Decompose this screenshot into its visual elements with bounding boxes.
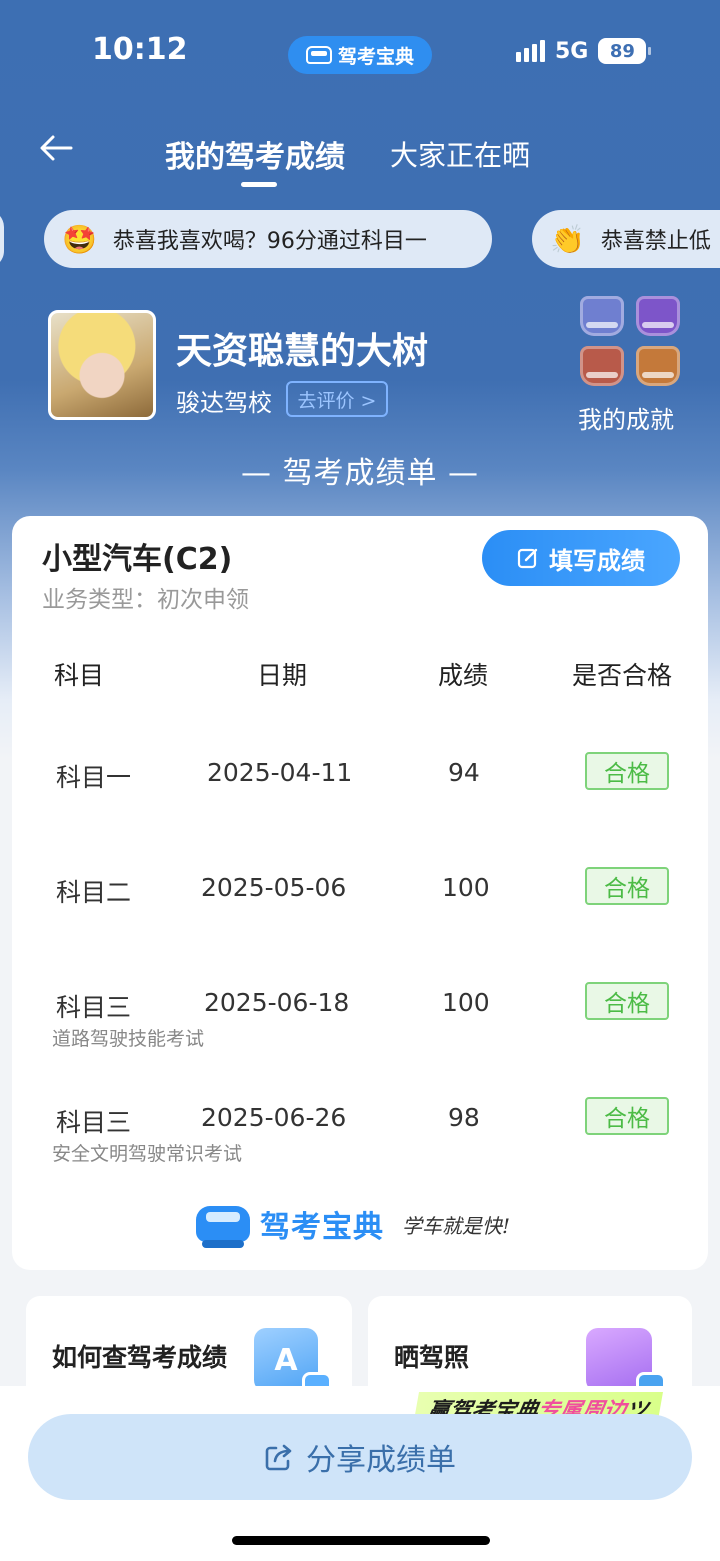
row-score: 100	[442, 988, 490, 1017]
brand-logo: 驾考宝典 学车就是快!	[196, 1202, 511, 1248]
share-icon	[265, 1444, 292, 1471]
share-button-label: 分享成绩单	[306, 1443, 456, 1478]
fill-score-label: 填写成绩	[549, 546, 645, 575]
status-time: 10:12	[92, 32, 188, 67]
my-achievements-link[interactable]: 我的成就	[578, 400, 674, 435]
edit-icon	[517, 548, 538, 569]
status-icons: 5G 89	[516, 38, 652, 64]
score-sheet-title: — 驾考成绩单 —	[240, 456, 480, 491]
tile-label: 晒驾照	[394, 1343, 470, 1372]
row-date: 2025-04-11	[207, 758, 353, 787]
back-arrow-icon[interactable]	[38, 130, 74, 166]
car-logo-icon	[196, 1206, 250, 1248]
congrats-pill[interactable]: 🤩 恭喜我喜欢喝？96分通过科目一	[44, 210, 492, 268]
document-search-icon: A	[254, 1328, 332, 1402]
pass-badge: 合格	[585, 982, 669, 1020]
brand-name: 驾考宝典	[260, 1210, 384, 1245]
license-type: 小型汽车(C2)	[42, 542, 233, 577]
row-score: 94	[448, 758, 480, 787]
pass-badge: 合格	[585, 1097, 669, 1135]
header-score: 成绩	[438, 661, 489, 690]
star-eyes-emoji-icon: 🤩	[62, 222, 97, 256]
tile-art-letter: A	[274, 1342, 298, 1378]
signal-icon	[516, 40, 545, 62]
row-subject: 科目三	[56, 1108, 132, 1137]
header-passed: 是否合格	[572, 661, 673, 690]
app-indicator-label: 驾考宝典	[337, 45, 414, 68]
business-type: 业务类型：初次申领	[42, 587, 249, 613]
row-score: 98	[448, 1103, 480, 1132]
row-date: 2025-05-06	[201, 873, 347, 902]
table-row: 科目二 2025-05-06 100 合格	[12, 867, 708, 953]
tab-everyone-sharing[interactable]: 大家正在晒	[390, 134, 530, 174]
home-indicator	[232, 1536, 490, 1545]
row-subject: 科目三	[56, 993, 132, 1022]
row-note: 道路驾驶技能考试	[52, 1028, 205, 1050]
photo-share-icon	[586, 1328, 666, 1402]
clapping-emoji-icon: 👏	[550, 222, 585, 256]
table-row: 科目三 2025-06-26 98 合格 安全文明驾驶常识考试	[12, 1097, 708, 1183]
header-subject: 科目	[54, 661, 105, 690]
tab-my-scores[interactable]: 我的驾考成绩	[165, 132, 345, 176]
header-date: 日期	[257, 661, 308, 690]
row-score: 100	[442, 873, 490, 902]
avatar[interactable]	[48, 310, 156, 420]
driving-school-name: 骏达驾校	[176, 389, 272, 417]
badge-icon	[636, 296, 680, 336]
congrats-pill[interactable]: 👏 恭喜禁止低	[532, 210, 720, 268]
car-icon	[305, 46, 332, 64]
score-card: 小型汽车(C2) 业务类型：初次申领 填写成绩 科目 日期 成绩 是否合格 科目…	[12, 516, 708, 1270]
app-indicator[interactable]: 驾考宝典	[288, 36, 432, 74]
fill-score-button[interactable]: 填写成绩	[482, 530, 680, 586]
badge-icon	[580, 346, 624, 386]
table-row: 科目一 2025-04-11 94 合格	[12, 752, 708, 838]
congrats-pill-text: 恭喜禁止低	[600, 229, 711, 254]
brand-slogan: 学车就是快!	[402, 1213, 511, 1238]
row-subject: 科目一	[56, 763, 132, 792]
congrats-pill-text: 恭喜我喜欢喝？96分通过科目一	[112, 229, 427, 254]
battery-icon: 89	[598, 38, 652, 64]
pass-badge: 合格	[585, 752, 669, 790]
row-subject: 科目二	[56, 878, 132, 907]
row-note: 安全文明驾驶常识考试	[52, 1143, 243, 1165]
user-name: 天资聪慧的大树	[176, 331, 429, 372]
badge-icon	[580, 296, 624, 336]
network-label: 5G	[555, 38, 589, 64]
row-date: 2025-06-26	[201, 1103, 347, 1132]
battery-level: 89	[609, 40, 635, 62]
table-row: 科目三 2025-06-18 100 合格 道路驾驶技能考试	[12, 982, 708, 1068]
tile-label: 如何查驾考成绩	[52, 1343, 228, 1372]
share-score-sheet-button[interactable]: 分享成绩单	[28, 1414, 692, 1500]
achievement-badges[interactable]	[580, 296, 680, 386]
badge-icon	[636, 346, 680, 386]
tab-underline	[241, 182, 277, 187]
pass-badge: 合格	[585, 867, 669, 905]
row-date: 2025-06-18	[204, 988, 350, 1017]
rate-school-button[interactable]: 去评价 >	[286, 381, 388, 417]
